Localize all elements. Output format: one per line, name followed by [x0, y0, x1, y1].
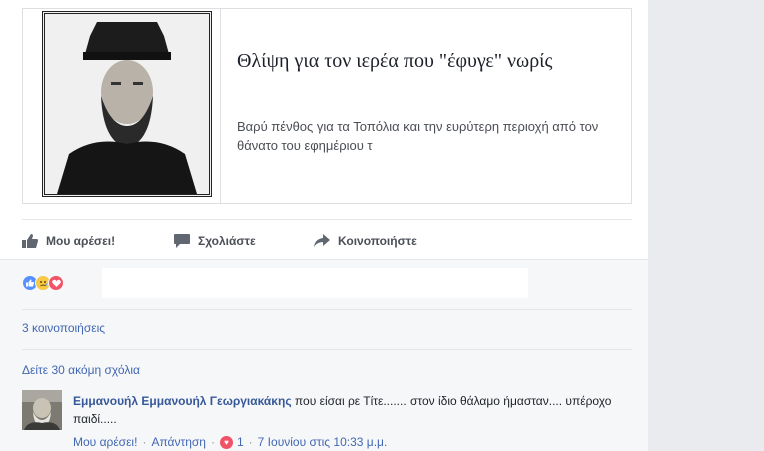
reaction-names-box[interactable] — [102, 268, 528, 298]
link-title[interactable]: Θλίψη για τον ιερέα που "έφυγε" νωρίς — [237, 49, 607, 73]
comment-label: Σχολιάστε — [198, 234, 256, 248]
share-label: Κοινοποιήστε — [338, 234, 417, 248]
love-reaction-icon — [48, 275, 64, 291]
comment-timestamp[interactable]: 7 Ιουνίου στις 10:33 μ.μ. — [258, 435, 388, 449]
priest-photo — [42, 11, 212, 197]
shares-count-link[interactable]: 3 κοινοποιήσεις — [22, 321, 105, 335]
like-label: Μου αρέσει! — [46, 234, 116, 248]
like-button[interactable]: Μου αρέσει! — [22, 230, 115, 252]
comment-like-link[interactable]: Μου αρέσει! — [73, 435, 137, 449]
commenter-avatar[interactable] — [22, 390, 62, 430]
link-preview[interactable]: Θλίψη για τον ιερέα που "έφυγε" νωρίς Βα… — [22, 8, 632, 204]
reactions-divider — [22, 309, 632, 310]
view-more-comments-link[interactable]: Δείτε 30 ακόμη σχόλια — [22, 363, 140, 377]
comments-divider — [22, 349, 632, 350]
heart-icon: ♥ — [219, 435, 233, 449]
share-button[interactable]: Κοινοποιήστε — [314, 230, 417, 252]
comment-body: Εμμανουήλ Εμμανουήλ Γεωργιακάκης που είσ… — [73, 392, 618, 428]
comment-button[interactable]: Σχολιάστε — [174, 230, 256, 252]
comment-reaction-count[interactable]: 1 — [237, 435, 244, 449]
comment-meta: Μου αρέσει! · Απάντηση · ♥ 1 · 7 Ιουνίου… — [73, 435, 387, 449]
comment-reply-link[interactable]: Απάντηση — [151, 435, 206, 449]
link-description: Βαρύ πένθος για τα Τοπόλια και την ευρύτ… — [237, 119, 599, 153]
meta-separator: · — [248, 435, 253, 449]
reaction-summary[interactable] — [22, 275, 64, 291]
meta-separator: · — [142, 435, 147, 449]
actions-divider — [22, 219, 632, 220]
link-thumbnail[interactable] — [38, 9, 221, 203]
share-arrow-icon — [314, 234, 330, 247]
post-card: Θλίψη για τον ιερέα που "έφυγε" νωρίς Βα… — [0, 0, 648, 451]
comment-author-link[interactable]: Εμμανουήλ Εμμανουήλ Γεωργιακάκης — [73, 394, 292, 408]
meta-separator: · — [210, 435, 215, 449]
comment-icon — [174, 234, 190, 248]
thumbs-up-icon — [22, 234, 38, 248]
